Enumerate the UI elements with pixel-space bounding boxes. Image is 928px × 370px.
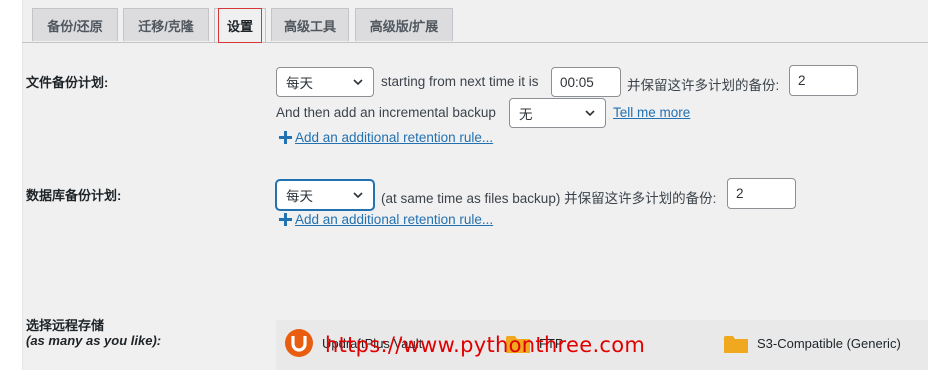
start-time-value: 00:05 <box>560 74 594 90</box>
files-interval-select[interactable]: 每天 <box>276 67 374 97</box>
incremental-value: 无 <box>519 107 533 122</box>
admin-sidebar-edge <box>0 0 23 370</box>
db-add-retention-link[interactable]: Add an additional retention rule... <box>295 212 493 227</box>
db-interval-value: 每天 <box>286 189 313 204</box>
db-interval-select[interactable]: 每天 <box>276 180 374 210</box>
plus-icon <box>279 213 292 226</box>
db-retain-value: 2 <box>736 186 744 201</box>
tab-settings[interactable]: 设置 <box>214 8 266 43</box>
updraftplus-logo-icon <box>285 329 313 357</box>
files-retain-input[interactable]: 2 <box>789 65 858 96</box>
files-interval-value: 每天 <box>286 76 313 91</box>
incremental-select[interactable]: 无 <box>509 98 606 128</box>
remote-option-s3-generic[interactable]: S3-Compatible (Generic) <box>721 326 921 362</box>
tab-backup-restore[interactable]: 备份/还原 <box>32 8 118 41</box>
tab-label: 备份/还原 <box>47 18 103 34</box>
tab-label: 设置 <box>217 8 262 43</box>
remote-storage-sublabel: (as many as you like): <box>26 333 162 348</box>
remote-option-label: S3-Compatible (Generic) <box>757 336 901 351</box>
tell-me-more-link[interactable]: Tell me more <box>613 105 690 120</box>
chevron-down-icon <box>353 192 363 199</box>
incremental-text: And then add an incremental backup <box>276 105 496 120</box>
files-add-retention-link[interactable]: Add an additional retention rule... <box>295 130 493 145</box>
tab-label: 高级版/扩展 <box>369 18 439 34</box>
watermark-text: https://www.pythonthree.com <box>325 333 646 357</box>
remote-storage-label: 选择远程存储 <box>26 318 105 333</box>
db-same-time-text: (at same time as files backup) 并保留这许多计划的… <box>381 191 717 206</box>
tab-advanced-tools[interactable]: 高级工具 <box>271 8 349 41</box>
db-schedule-label: 数据库备份计划: <box>26 188 122 203</box>
db-retain-input[interactable]: 2 <box>727 178 796 209</box>
start-time-input[interactable]: 00:05 <box>551 67 621 97</box>
tab-migrate-clone[interactable]: 迁移/克隆 <box>123 8 209 41</box>
chevron-down-icon <box>353 79 363 86</box>
tab-label: 高级工具 <box>283 18 336 34</box>
files-schedule-label: 文件备份计划: <box>26 75 109 90</box>
files-retain-value: 2 <box>798 73 806 88</box>
tab-premium-extensions[interactable]: 高级版/扩展 <box>355 8 453 41</box>
files-retain-text: 并保留这许多计划的备份: <box>627 78 780 93</box>
tab-label: 迁移/克隆 <box>138 18 194 34</box>
chevron-down-icon <box>585 110 595 117</box>
starting-text: starting from next time it is <box>381 74 539 89</box>
folder-icon <box>724 336 748 353</box>
plus-icon <box>279 131 292 144</box>
